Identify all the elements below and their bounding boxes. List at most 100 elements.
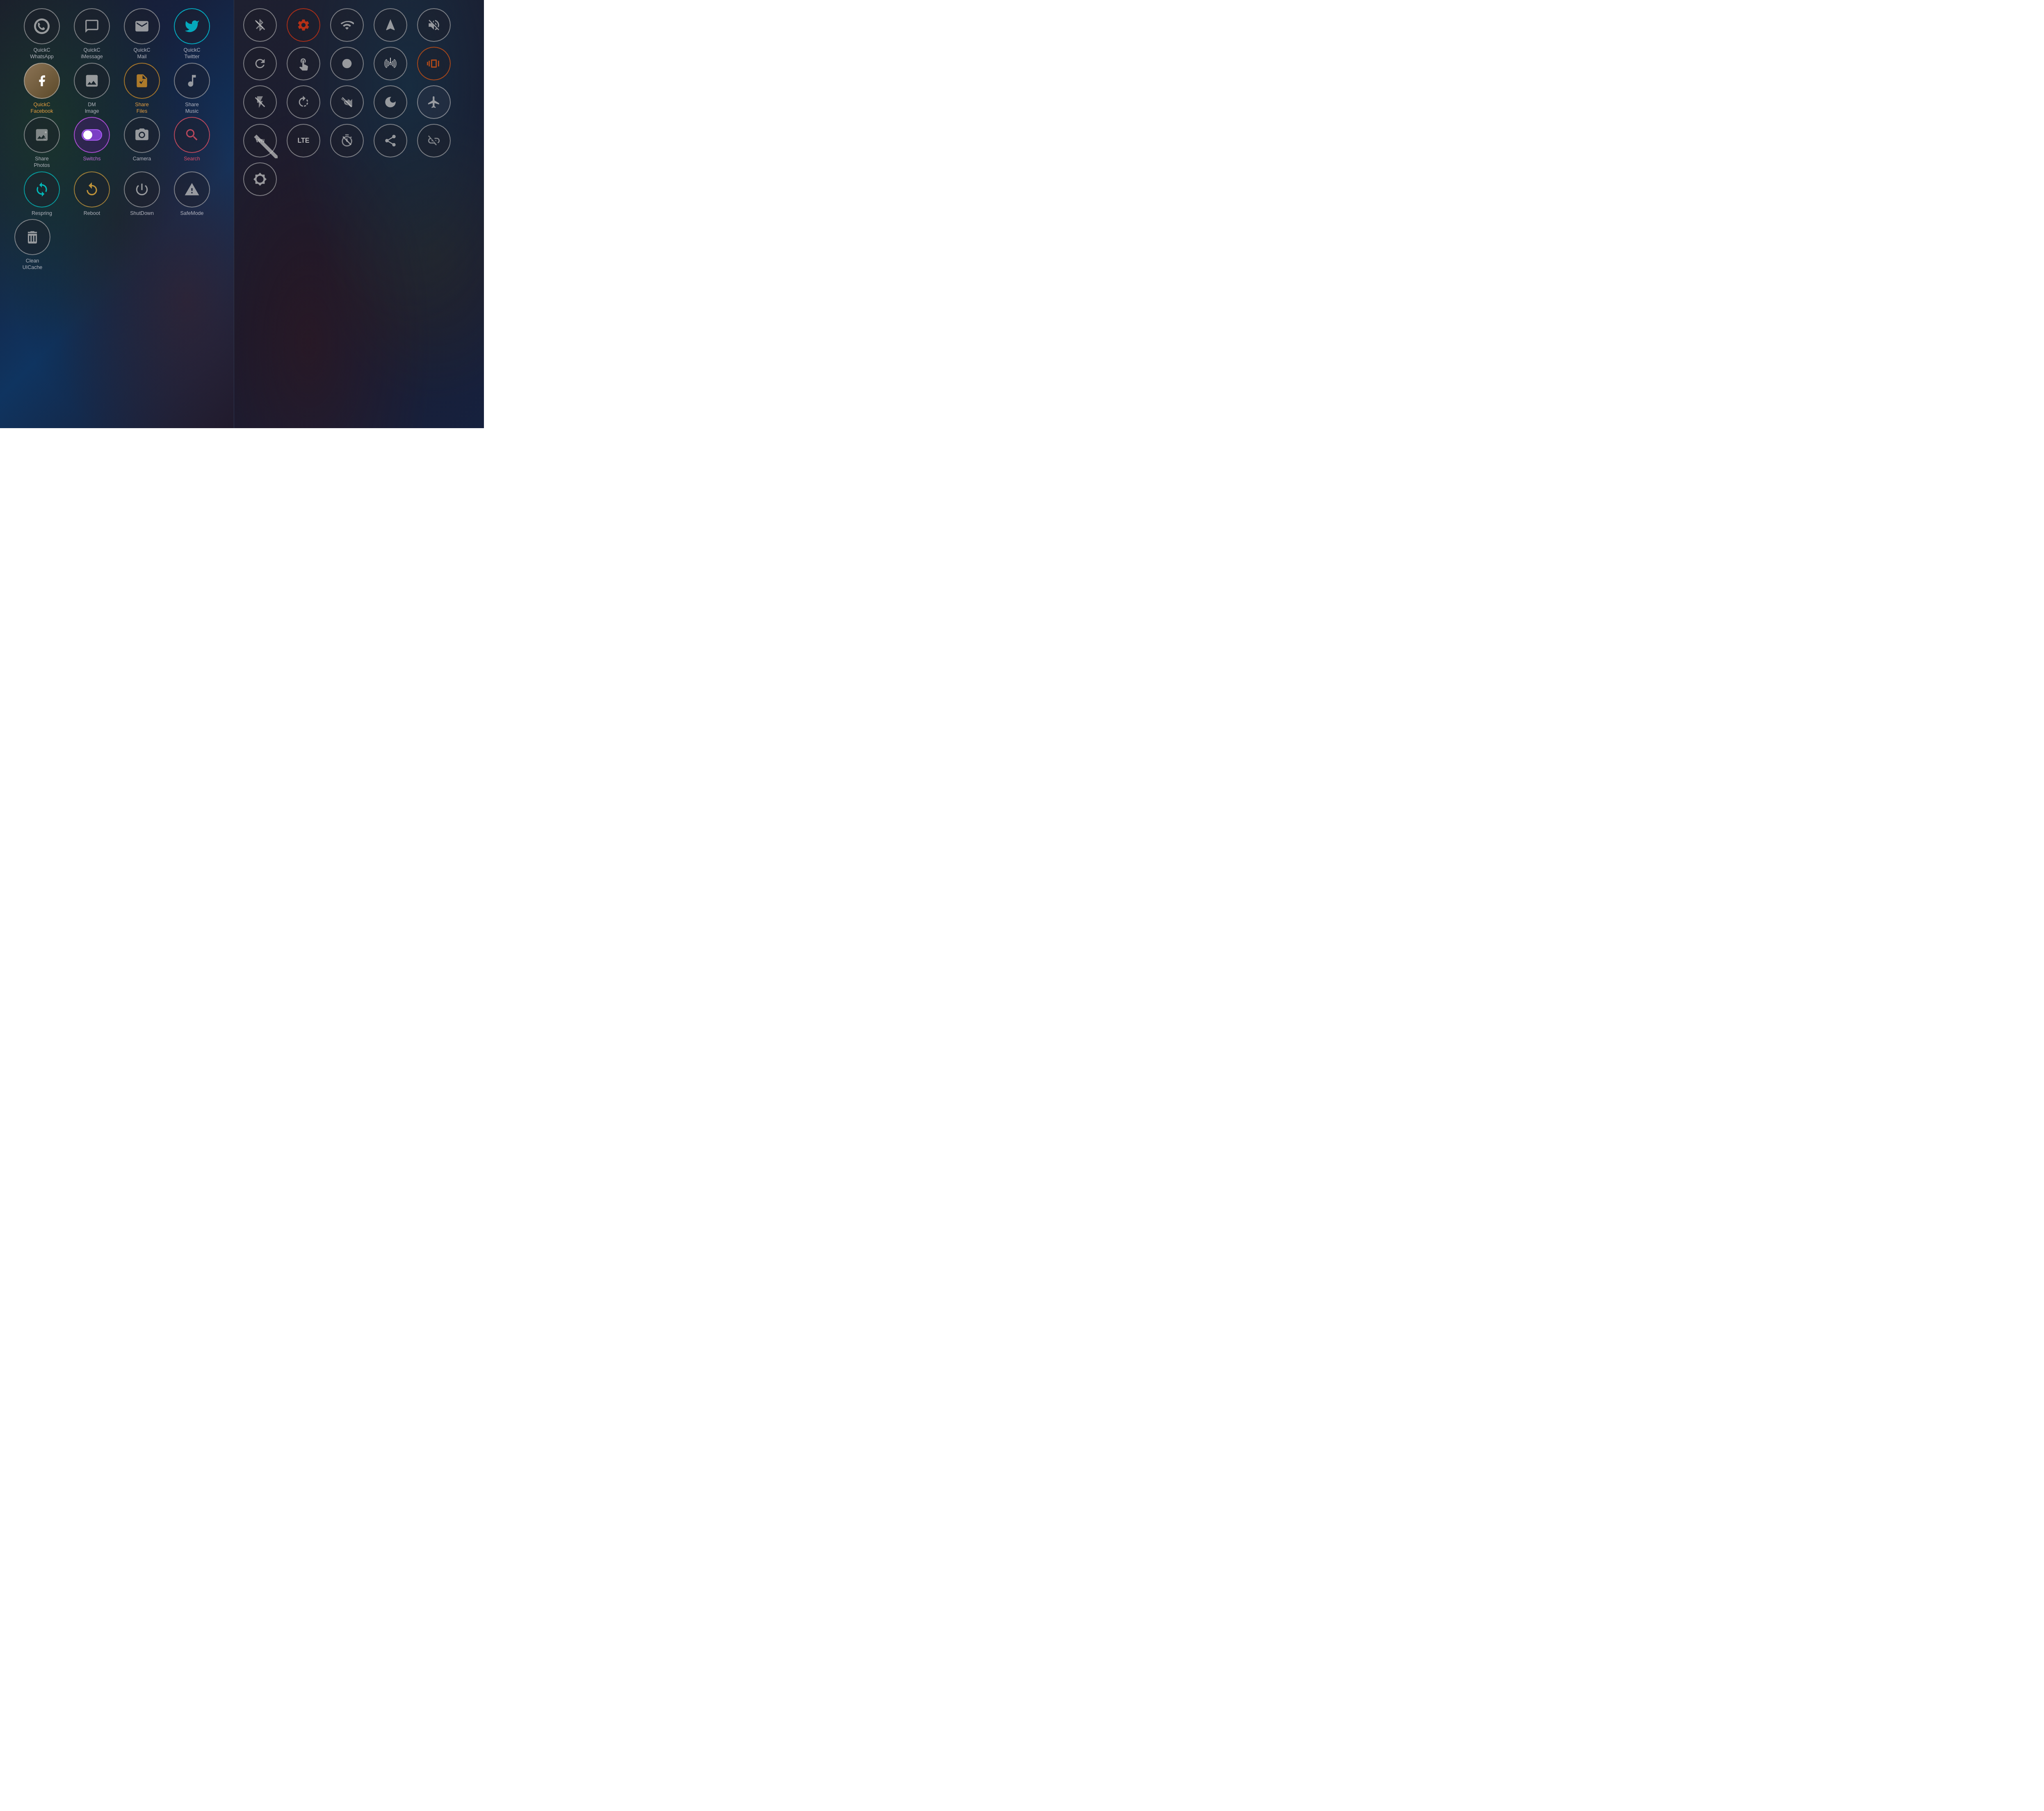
flashlight-item[interactable] xyxy=(240,85,280,119)
share-item[interactable] xyxy=(371,124,410,157)
quickc-twitter-item[interactable]: QuickCTwitter xyxy=(169,8,214,60)
rotate-item[interactable] xyxy=(284,85,323,119)
location-item[interactable] xyxy=(371,8,410,42)
mute-icon xyxy=(417,8,451,42)
right-row-2 xyxy=(240,47,478,80)
antenna-item[interactable] xyxy=(371,47,410,80)
settings-icon xyxy=(287,8,320,42)
vibrate-item[interactable] xyxy=(414,47,454,80)
record-item[interactable] xyxy=(327,47,367,80)
moon-icon xyxy=(374,85,407,119)
share-files-label: ShareFiles xyxy=(135,101,148,115)
share-icon xyxy=(374,124,407,157)
moon-item[interactable] xyxy=(371,85,410,119)
right-row-1 xyxy=(240,8,478,42)
svg-point-0 xyxy=(45,131,47,133)
timer-off-item[interactable] xyxy=(327,124,367,157)
bluetooth-icon xyxy=(243,8,277,42)
safemode-icon xyxy=(174,171,210,208)
lte-item[interactable]: LTE xyxy=(284,124,323,157)
reboot-icon xyxy=(74,171,110,208)
record-icon xyxy=(330,47,364,80)
right-row-5 xyxy=(240,162,478,196)
camera-icon xyxy=(124,117,160,153)
safemode-label: SafeMode xyxy=(180,210,204,217)
location-icon xyxy=(374,8,407,42)
shutdown-label: ShutDown xyxy=(130,210,154,217)
antenna-icon xyxy=(374,47,407,80)
wifi-item[interactable] xyxy=(327,8,367,42)
respring-label: Respring xyxy=(32,210,52,217)
quickc-whatsapp-item[interactable]: QuickCWhatsApp xyxy=(19,8,64,60)
reboot-item[interactable]: Reboot xyxy=(69,171,114,217)
airplane-icon xyxy=(417,85,451,119)
left-row-2: QuickCFacebook DMImage ShareFiles ShareM… xyxy=(4,63,230,115)
right-panel: VPN LTE xyxy=(234,0,484,428)
search-label: Search xyxy=(184,155,200,162)
right-row-3 xyxy=(240,85,478,119)
touch-item[interactable] xyxy=(284,47,323,80)
share-files-icon xyxy=(124,63,160,99)
quickc-mail-label: QuickCMail xyxy=(134,47,151,60)
bluetooth-item[interactable] xyxy=(240,8,280,42)
brightness-item[interactable] xyxy=(240,162,280,196)
respring-item[interactable]: Respring xyxy=(19,171,64,217)
camera-off-item[interactable] xyxy=(327,85,367,119)
share-music-item[interactable]: ShareMusic xyxy=(169,63,214,115)
share-music-label: ShareMusic xyxy=(185,101,198,115)
left-row-1: QuickCWhatsApp QuickCiMessage QuickCMail… xyxy=(4,8,230,60)
search-icon xyxy=(174,117,210,153)
share-music-icon xyxy=(174,63,210,99)
refresh-item[interactable] xyxy=(240,47,280,80)
touch-icon xyxy=(287,47,320,80)
toggle-inner xyxy=(82,129,102,141)
vibrate-icon xyxy=(417,47,451,80)
camera-label: Camera xyxy=(133,155,151,162)
left-panel: QuickCWhatsApp QuickCiMessage QuickCMail… xyxy=(0,0,234,428)
rotate-icon xyxy=(287,85,320,119)
shutdown-icon xyxy=(124,171,160,208)
quickc-imessage-label: QuickCiMessage xyxy=(81,47,103,60)
flashlight-icon xyxy=(243,85,277,119)
link-off-icon xyxy=(417,124,451,157)
left-row-4: Respring Reboot ShutDown SafeMode xyxy=(4,171,230,217)
share-photos-icon: ⚙ xyxy=(24,117,60,153)
share-files-item[interactable]: ShareFiles xyxy=(119,63,164,115)
quickc-facebook-item[interactable]: QuickCFacebook xyxy=(19,63,64,115)
quickc-twitter-icon xyxy=(174,8,210,44)
quickc-whatsapp-label: QuickCWhatsApp xyxy=(30,47,54,60)
mute-item[interactable] xyxy=(414,8,454,42)
brightness-icon xyxy=(243,162,277,196)
svg-text:⚙: ⚙ xyxy=(43,137,47,141)
quickc-whatsapp-icon xyxy=(24,8,60,44)
refresh-icon xyxy=(243,47,277,80)
dm-image-item[interactable]: DMImage xyxy=(69,63,114,115)
airplane-item[interactable] xyxy=(414,85,454,119)
link-off-item[interactable] xyxy=(414,124,454,157)
quickc-facebook-icon xyxy=(24,63,60,99)
quickc-imessage-icon xyxy=(74,8,110,44)
switchs-label: Switchs xyxy=(83,155,100,162)
clean-uicache-icon xyxy=(14,219,50,255)
timer-off-icon xyxy=(330,124,364,157)
clean-uicache-item[interactable]: CleanUICache xyxy=(10,219,55,271)
shutdown-item[interactable]: ShutDown xyxy=(119,171,164,217)
settings-item[interactable] xyxy=(284,8,323,42)
switchs-icon xyxy=(74,117,110,153)
safemode-item[interactable]: SafeMode xyxy=(169,171,214,217)
wifi-icon xyxy=(330,8,364,42)
camera-off-icon xyxy=(330,85,364,119)
share-photos-item[interactable]: ⚙ SharePhotos xyxy=(19,117,64,169)
quickc-imessage-item[interactable]: QuickCiMessage xyxy=(69,8,114,60)
quickc-mail-icon xyxy=(124,8,160,44)
camera-item[interactable]: Camera xyxy=(119,117,164,169)
quickc-twitter-label: QuickCTwitter xyxy=(184,47,201,60)
search-item[interactable]: Search xyxy=(169,117,214,169)
quickc-mail-item[interactable]: QuickCMail xyxy=(119,8,164,60)
left-row-5: CleanUICache xyxy=(4,219,230,271)
vpn-item[interactable]: VPN xyxy=(240,124,280,157)
vpn-icon: VPN xyxy=(243,124,277,157)
svg-point-3 xyxy=(342,59,352,68)
left-row-3: ⚙ SharePhotos Switchs Camera Search xyxy=(4,117,230,169)
switchs-item[interactable]: Switchs xyxy=(69,117,114,169)
